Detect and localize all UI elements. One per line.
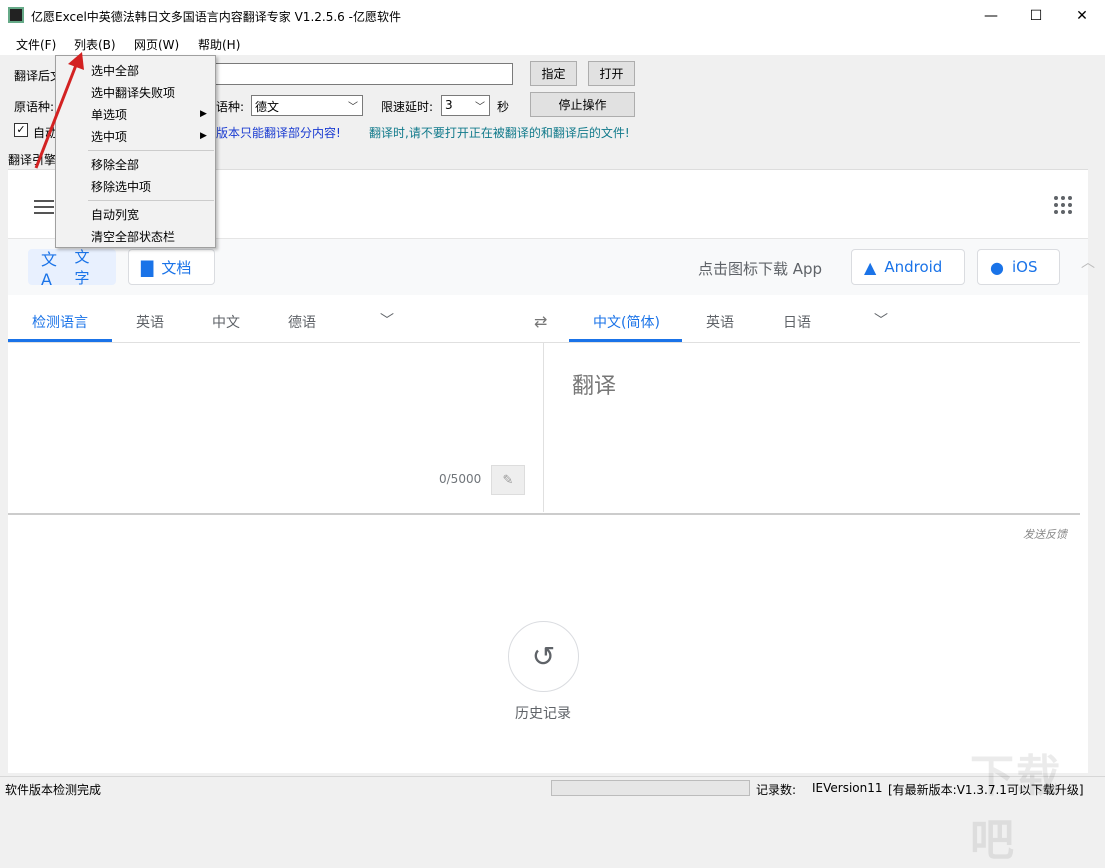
menu-select-failed[interactable]: 选中翻译失败项 xyxy=(91,84,175,101)
history-icon[interactable]: ↺ xyxy=(508,621,579,692)
minimize-button[interactable]: — xyxy=(968,0,1014,31)
target-lang-label: 语种: xyxy=(216,98,244,115)
mode-text-button[interactable]: 文A 文字 xyxy=(28,249,116,285)
open-button[interactable]: 打开 xyxy=(588,61,635,86)
chevron-down-icon: ﹀ xyxy=(348,98,358,113)
stop-button[interactable]: 停止操作 xyxy=(530,92,635,117)
annotation-arrow-icon xyxy=(30,50,90,180)
target-lang-value: 德文 xyxy=(255,100,279,114)
status-message: 软件版本检测完成 xyxy=(5,781,101,798)
mode-doc-label: 文档 xyxy=(161,257,191,278)
chevron-down-icon[interactable]: ﹀ xyxy=(380,310,394,330)
delay-unit: 秒 xyxy=(497,98,509,115)
auto-checkbox[interactable]: ✓ xyxy=(14,123,28,137)
record-count-label: 记录数: xyxy=(756,781,796,798)
translation-output: 翻译 xyxy=(572,368,616,400)
divider xyxy=(8,513,1080,515)
submenu-arrow-icon: ▶ xyxy=(200,109,207,119)
menu-selected-items[interactable]: 选中项 xyxy=(91,128,127,145)
mode-doc-button[interactable]: ▇ 文档 xyxy=(128,249,215,285)
watermark: 下载吧 xyxy=(970,740,1105,868)
apple-icon: ● xyxy=(990,258,1004,277)
web-panel: 文A 文字 ▇ 文档 点击图标下载 App ▲ Android ● iOS ︿ … xyxy=(8,169,1088,773)
app-icon xyxy=(8,7,24,23)
menu-auto-column-width[interactable]: 自动列宽 xyxy=(91,206,139,223)
ios-label: iOS xyxy=(1012,258,1038,276)
menu-clear-status[interactable]: 清空全部状态栏 xyxy=(91,228,175,245)
assign-button[interactable]: 指定 xyxy=(530,61,577,86)
warning-notice: 翻译时,请不要打开正在被翻译的和翻译后的文件! xyxy=(369,124,630,141)
progress-bar xyxy=(551,780,750,796)
android-icon: ▲ xyxy=(864,258,876,277)
target-tab-english[interactable]: 英语 xyxy=(706,312,734,332)
translate-icon: 文A xyxy=(41,246,67,289)
menu-web[interactable]: 网页(W) xyxy=(134,36,179,53)
save-path-input[interactable] xyxy=(213,63,513,85)
title-bar: 亿愿Excel中英德法韩日文多国语言内容翻译专家 V1.2.5.6 -亿愿软件 … xyxy=(0,0,1105,31)
menu-remove-selected[interactable]: 移除选中项 xyxy=(91,178,151,195)
chevron-down-icon: ﹀ xyxy=(475,98,485,113)
delay-label: 限速延时: xyxy=(381,98,433,115)
trial-notice: 版本只能翻译部分内容! xyxy=(216,124,341,141)
delay-value: 3 xyxy=(445,98,453,112)
ie-version: IEVersion11 xyxy=(812,781,883,795)
delay-select[interactable]: 3 ﹀ xyxy=(441,95,490,116)
menu-select-all[interactable]: 选中全部 xyxy=(91,62,139,79)
ios-button[interactable]: ● iOS xyxy=(977,249,1060,285)
menu-icon[interactable] xyxy=(34,200,54,214)
menu-separator xyxy=(88,200,214,201)
divider xyxy=(8,342,1080,343)
menu-help[interactable]: 帮助(H) xyxy=(198,36,240,53)
send-feedback-link[interactable]: 发送反馈 xyxy=(1023,526,1067,542)
close-button[interactable]: ✕ xyxy=(1059,0,1105,31)
window-title: 亿愿Excel中英德法韩日文多国语言内容翻译专家 V1.2.5.6 -亿愿软件 xyxy=(31,8,401,25)
apps-icon[interactable] xyxy=(1054,196,1072,214)
target-tab-chinese-simplified[interactable]: 中文(简体) xyxy=(593,312,660,332)
mode-text-label: 文字 xyxy=(75,246,103,288)
maximize-button[interactable]: ☐ xyxy=(1013,0,1059,31)
source-tab-german[interactable]: 德语 xyxy=(288,312,316,332)
menu-remove-all[interactable]: 移除全部 xyxy=(91,156,139,173)
source-tab-english[interactable]: 英语 xyxy=(136,312,164,332)
menu-separator xyxy=(88,150,214,151)
target-lang-select[interactable]: 德文 ﹀ xyxy=(251,95,363,116)
swap-languages-icon[interactable]: ⇄ xyxy=(534,312,547,331)
submenu-arrow-icon: ▶ xyxy=(200,131,207,141)
android-button[interactable]: ▲ Android xyxy=(851,249,965,285)
scroll-up-icon[interactable]: ︿ xyxy=(1081,252,1095,272)
chevron-down-icon[interactable]: ﹀ xyxy=(874,310,888,330)
divider xyxy=(543,342,544,512)
source-tab-chinese[interactable]: 中文 xyxy=(212,312,240,332)
target-tab-japanese[interactable]: 日语 xyxy=(783,312,811,332)
document-icon: ▇ xyxy=(141,258,153,277)
android-label: Android xyxy=(884,258,942,276)
char-count: 0/5000 xyxy=(439,472,481,486)
download-prompt: 点击图标下载 App xyxy=(698,258,822,279)
history-label: 历史记录 xyxy=(515,703,571,723)
menu-bar: 文件(F) 列表(B) 网页(W) 帮助(H) xyxy=(0,31,1105,55)
edit-icon[interactable]: ✎ xyxy=(491,465,525,495)
menu-single-option[interactable]: 单选项 xyxy=(91,106,127,123)
status-bar: 软件版本检测完成 记录数: IEVersion11 [有最新版本:V1.3.7.… xyxy=(0,776,1105,798)
source-tab-detect[interactable]: 检测语言 xyxy=(32,312,88,332)
